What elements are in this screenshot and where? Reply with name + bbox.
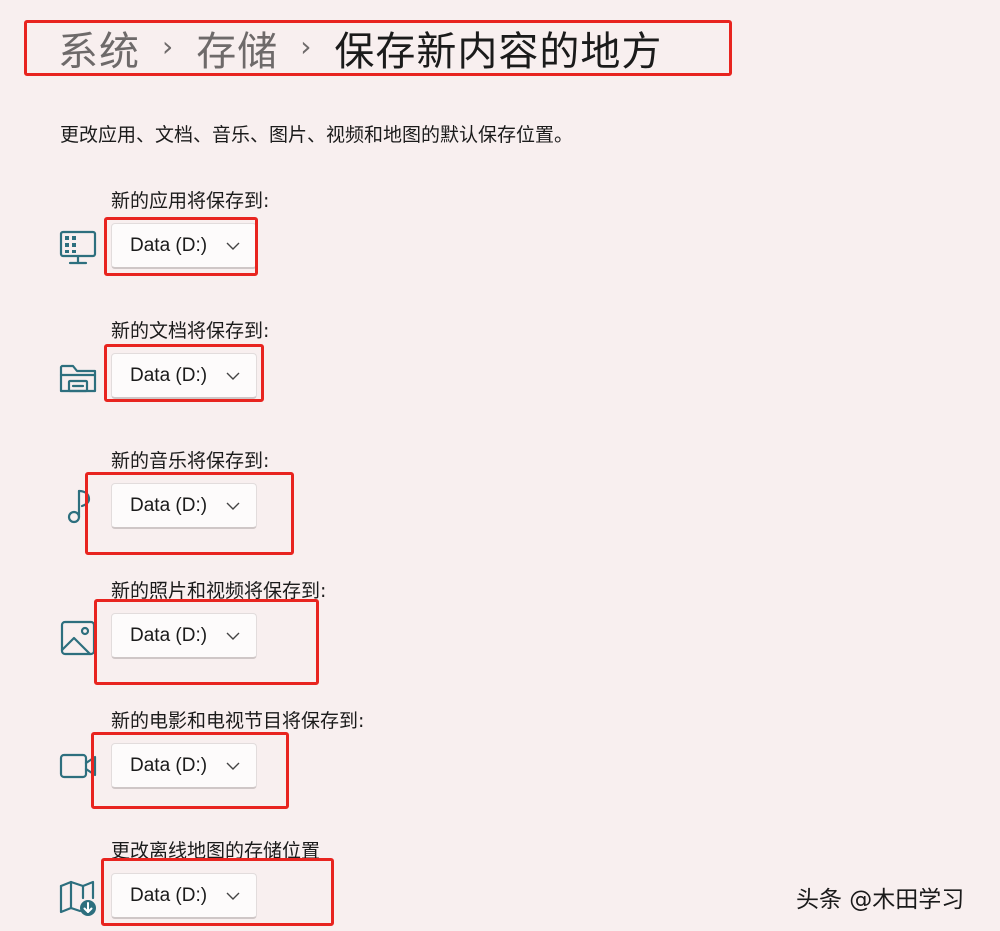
highlight-box-documents: [104, 344, 264, 402]
setting-label-movies-tv: 新的电影和电视节目将保存到:: [111, 710, 365, 732]
highlight-box-music: [85, 472, 294, 555]
folder-document-icon: [58, 358, 98, 398]
setting-label-apps: 新的应用将保存到:: [111, 190, 270, 212]
apps-monitor-icon: [58, 228, 98, 268]
page-description: 更改应用、文档、音乐、图片、视频和地图的默认保存位置。: [60, 124, 574, 146]
image-icon: [58, 618, 98, 658]
highlight-box-movies-tv: [91, 732, 289, 809]
highlight-box-offline-maps: [101, 858, 334, 926]
map-download-icon: [58, 878, 98, 918]
highlight-box-title: [24, 20, 732, 76]
watermark: 头条 @木田学习: [796, 887, 965, 913]
highlight-box-photos-videos: [94, 599, 319, 685]
setting-label-music: 新的音乐将保存到:: [111, 450, 270, 472]
setting-label-documents: 新的文档将保存到:: [111, 320, 270, 342]
highlight-box-apps: [104, 217, 258, 276]
